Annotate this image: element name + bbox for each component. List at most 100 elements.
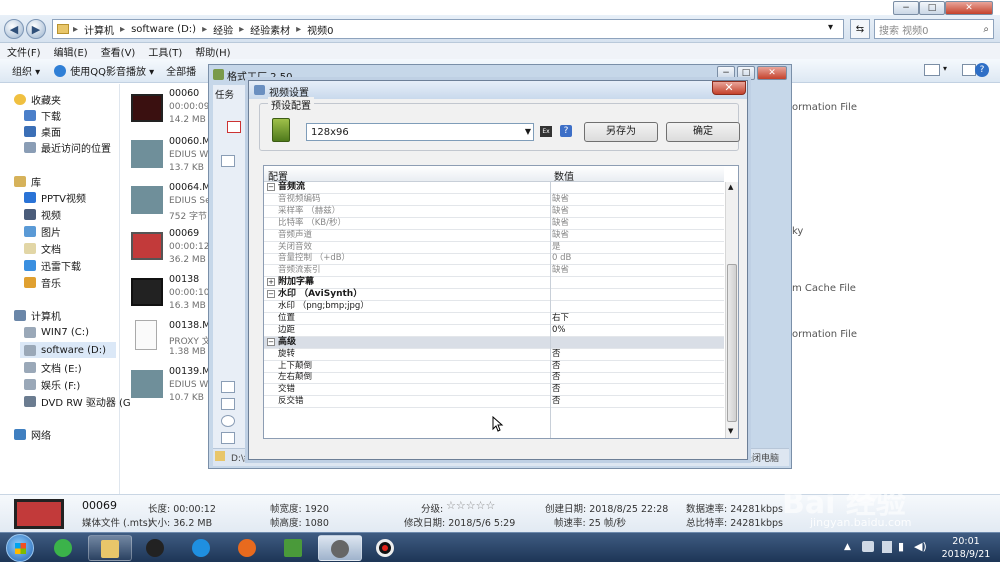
collapse-icon[interactable]: − xyxy=(267,183,275,191)
nav-libraries[interactable]: 库 xyxy=(14,174,41,189)
scroll-down-icon[interactable]: ▼ xyxy=(728,427,733,435)
preview-pane-icon[interactable] xyxy=(962,64,976,76)
settings-row[interactable]: 比特率 （KB/秒） 缺省 xyxy=(264,218,724,230)
close-button[interactable]: ✕ xyxy=(945,1,993,15)
setting-value[interactable]: 否 xyxy=(552,384,561,395)
setting-value[interactable]: 右下 xyxy=(552,313,569,324)
preset-dropdown[interactable]: 128x96 ▼ xyxy=(306,123,534,141)
file-item[interactable]: 00060.MT EDIUS W 13.7 KB xyxy=(125,132,216,180)
play-with-button[interactable]: 使用QQ影音播放 ▾ xyxy=(70,63,154,78)
image-icon[interactable] xyxy=(221,398,235,410)
close-button[interactable]: ✕ xyxy=(712,81,746,95)
breadcrumb-item[interactable]: 经验素材 xyxy=(250,22,290,37)
taskbar-format-factory[interactable] xyxy=(318,535,362,561)
clock-time[interactable]: 20:01 xyxy=(946,536,986,547)
settings-row[interactable]: 水印 （png;bmp;jpg） xyxy=(264,301,724,313)
column-header-config[interactable]: 配置 xyxy=(268,168,288,183)
menu-help[interactable]: 帮助(H) xyxy=(195,44,230,59)
nav-drive-g[interactable]: DVD RW 驱动器 (G xyxy=(24,394,131,409)
nav-downloads[interactable]: 下载 xyxy=(24,108,61,123)
taskbar-firefox[interactable] xyxy=(226,535,270,561)
setting-value[interactable]: 0 dB xyxy=(552,253,571,264)
nav-drive-e[interactable]: 文档 (E:) xyxy=(24,360,82,375)
settings-row[interactable]: − 高级 xyxy=(264,336,724,349)
nav-documents[interactable]: 文档 xyxy=(24,241,61,256)
settings-row[interactable]: − 水印 （AviSynth） xyxy=(264,289,724,302)
flag-icon[interactable] xyxy=(882,541,892,553)
setting-value[interactable]: 否 xyxy=(552,372,561,383)
breadcrumb-item[interactable]: 计算机 xyxy=(84,22,114,37)
taskbar-edius[interactable] xyxy=(272,535,316,561)
forward-button[interactable]: ▶ xyxy=(26,19,46,39)
settings-row[interactable]: 音频声道 缺省 xyxy=(264,230,724,242)
organize-button[interactable]: 组织 ▾ xyxy=(12,63,40,78)
setting-value[interactable]: 是 xyxy=(552,242,561,253)
taskbar-qq-player[interactable] xyxy=(180,535,224,561)
settings-row[interactable]: 边距 0% xyxy=(264,325,724,337)
nav-drive-f[interactable]: 娱乐 (F:) xyxy=(24,377,80,392)
maximize-button[interactable]: □ xyxy=(737,66,755,80)
nav-music[interactable]: 音乐 xyxy=(24,275,61,290)
menu-file[interactable]: 文件(F) xyxy=(7,44,41,59)
nav-pptv[interactable]: PPTV视频 xyxy=(24,190,86,205)
setting-value[interactable]: 缺省 xyxy=(552,218,569,229)
setting-value[interactable]: 缺省 xyxy=(552,265,569,276)
nav-network[interactable]: 网络 xyxy=(14,427,51,442)
rating-stars[interactable]: ☆☆☆☆☆ xyxy=(446,499,495,512)
breadcrumb-item[interactable]: 经验 xyxy=(213,22,233,37)
ok-button[interactable]: 确定 xyxy=(666,122,740,142)
nav-drive-d[interactable]: software (D:) xyxy=(20,342,116,358)
nav-videos[interactable]: 视频 xyxy=(24,207,61,222)
save-as-button[interactable]: 另存为 xyxy=(584,122,658,142)
tray-app-icon[interactable] xyxy=(862,541,874,552)
breadcrumb-item[interactable]: software (D:) xyxy=(131,24,196,35)
menu-edit[interactable]: 编辑(E) xyxy=(54,44,88,59)
taskbar-recorder[interactable] xyxy=(364,535,408,561)
menu-view[interactable]: 查看(V) xyxy=(101,44,136,59)
collapse-icon[interactable]: − xyxy=(267,290,275,299)
volume-icon[interactable]: ◀) xyxy=(914,540,927,553)
settings-row[interactable]: − 音频流 xyxy=(264,182,724,194)
setting-value[interactable]: 0% xyxy=(552,325,566,336)
taskbar-qq[interactable] xyxy=(134,535,178,561)
file-item[interactable]: 00064.MT EDIUS Se 752 字节 xyxy=(125,178,216,226)
nav-recent[interactable]: 最近访问的位置 xyxy=(24,140,111,155)
settings-row[interactable]: 上下颠倒 否 xyxy=(264,361,724,373)
settings-row[interactable]: 关闭音效 是 xyxy=(264,242,724,254)
settings-row[interactable]: 采样率 （赫兹） 缺省 xyxy=(264,206,724,218)
minimize-button[interactable]: − xyxy=(893,1,919,15)
search-input[interactable]: 搜索 视频0 ⌕ xyxy=(874,19,994,39)
file-item[interactable]: 00069 00:00:12 36.2 MB xyxy=(125,224,215,272)
taskbar-360-browser[interactable] xyxy=(42,535,86,561)
nav-thunder[interactable]: 迅雷下载 xyxy=(24,258,81,273)
settings-row[interactable]: 音量控制 （+dB） 0 dB xyxy=(264,253,724,266)
setting-value[interactable]: 否 xyxy=(552,361,561,372)
help-icon[interactable]: ? xyxy=(560,125,572,137)
close-button[interactable]: ✕ xyxy=(757,66,787,80)
address-bar[interactable]: ▸ 计算机 ▸ software (D:) ▸ 经验 ▸ 经验素材 ▸ 视频0 … xyxy=(52,19,844,39)
setting-value[interactable]: 否 xyxy=(552,396,561,407)
view-options-icon[interactable] xyxy=(924,64,940,76)
clock-date[interactable]: 2018/9/21 xyxy=(938,549,994,560)
grid-scrollbar[interactable]: ▲ ▼ xyxy=(725,182,738,438)
tools-icon[interactable] xyxy=(221,432,235,444)
settings-row[interactable]: 反交错 否 xyxy=(264,396,724,409)
setting-value[interactable]: 否 xyxy=(552,349,561,360)
collapse-icon[interactable]: − xyxy=(267,337,275,346)
nav-drive-c[interactable]: WIN7 (C:) xyxy=(24,325,89,339)
refresh-icon[interactable]: ⇆ xyxy=(850,19,870,39)
minimize-button[interactable]: − xyxy=(717,66,735,80)
dialog-titlebar[interactable]: 视频设置 ✕ xyxy=(249,81,747,99)
menu-tools[interactable]: 工具(T) xyxy=(148,44,182,59)
setting-value[interactable]: 缺省 xyxy=(552,206,569,217)
music-icon[interactable] xyxy=(221,381,235,393)
start-button[interactable] xyxy=(6,534,34,562)
expand-icon[interactable]: + xyxy=(267,278,275,287)
file-item[interactable]: 00060 00:00:09 14.2 MB xyxy=(125,84,215,132)
play-all-button[interactable]: 全部播 xyxy=(166,63,196,78)
network-icon[interactable]: ▮ xyxy=(898,540,904,553)
show-hidden-icons-icon[interactable]: ▲ xyxy=(844,542,851,552)
preset-info-icon[interactable]: Ex xyxy=(540,126,552,137)
disc-icon[interactable] xyxy=(221,415,235,427)
list-icon[interactable] xyxy=(221,155,235,167)
